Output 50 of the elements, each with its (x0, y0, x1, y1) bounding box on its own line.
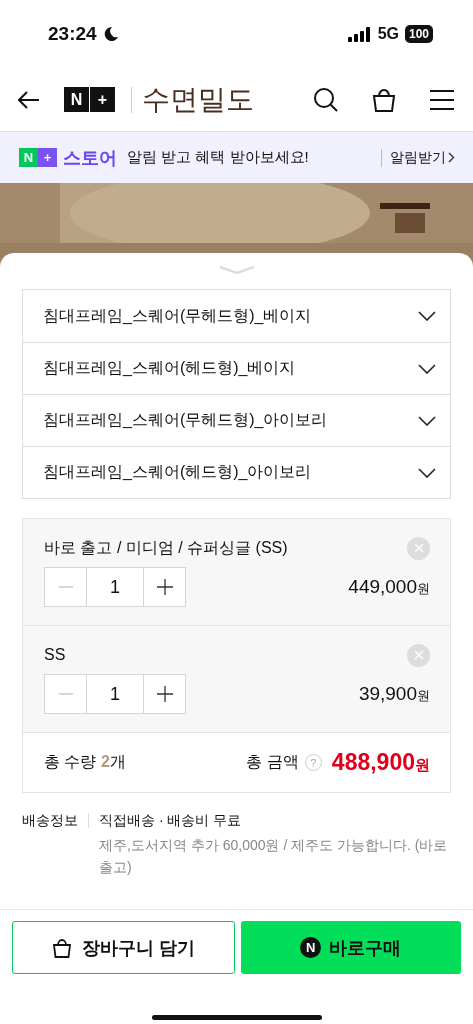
total-amount-label: 총 금액 (246, 752, 299, 772)
notify-link[interactable]: 알림받기 (381, 148, 455, 167)
item-price: 39,900원 (358, 683, 430, 705)
store-logo[interactable]: 수면밀도 (131, 86, 254, 113)
back-arrow-icon[interactable] (18, 90, 40, 109)
sheet-handle-icon[interactable] (218, 265, 255, 275)
item-name: SS (44, 646, 66, 664)
total-amount: 488,900원 (331, 749, 430, 776)
chevron-icon (418, 467, 436, 478)
banner-message: 알림 받고 혜택 받아보세요! (127, 148, 309, 167)
plus-badge: + (90, 87, 115, 112)
minus-icon (58, 586, 73, 588)
buy-now-button[interactable]: N 바로구매 (240, 921, 461, 974)
option-label: 침대프레임_스퀘어(헤드형)_아이보리 (43, 462, 312, 482)
search-icon[interactable] (313, 86, 339, 113)
signal-icon (347, 26, 372, 42)
shipping-note: 제주,도서지역 추가 60,000원 / 제주도 가능합니다. (바로 출고) (99, 836, 449, 877)
option-dropdown[interactable]: 침대프레임_스퀘어(헤드형)_아이보리 (23, 446, 450, 498)
option-dropdown[interactable]: 침대프레임_스퀘어(헤드형)_베이지 (23, 342, 450, 394)
time: 23:24 (48, 23, 97, 45)
plus-icon (156, 579, 173, 595)
item-name: 바로 출고 / 미디엄 / 슈퍼싱글 (SS) (44, 537, 288, 558)
plus-badge: + (38, 148, 57, 167)
total-quantity: 총 수량 2개 (44, 752, 126, 772)
chevron-icon (418, 311, 436, 321)
plus-icon (156, 686, 173, 702)
n-badge: N (64, 87, 89, 112)
shopping-bag-icon[interactable] (371, 86, 397, 113)
n-badge: N (19, 148, 38, 167)
chevron-icon (418, 363, 436, 374)
option-dropdown[interactable]: 침대프레임_스퀘어(무헤드형)_아이보리 (23, 394, 450, 446)
chevron-icon (418, 415, 436, 426)
shopping-bag-icon (51, 937, 72, 958)
store-label: 스토어 (63, 146, 117, 170)
option-label: 침대프레임_스퀘어(무헤드형)_베이지 (43, 305, 312, 326)
add-to-cart-button[interactable]: 장바구니 담기 (12, 921, 235, 974)
shipping-method: 직접배송 · 배송비 무료 (99, 813, 243, 828)
network-label: 5G (377, 25, 399, 43)
close-icon (413, 650, 424, 660)
minus-icon (58, 693, 73, 695)
chevron-right-icon (448, 152, 455, 163)
close-icon (413, 543, 424, 553)
menu-icon[interactable] (429, 88, 455, 111)
option-dropdown[interactable]: 침대프레임_스퀘어(무헤드형)_베이지 (23, 290, 450, 342)
moon-icon (102, 26, 119, 42)
shipping-label: 배송정보 (22, 813, 89, 828)
battery-level: 100 (404, 25, 433, 43)
option-label: 침대프레임_스퀘어(무헤드형)_아이보리 (43, 410, 328, 430)
item-price: 449,000원 (348, 576, 430, 598)
option-label: 침대프레임_스퀘어(헤드형)_베이지 (43, 358, 296, 378)
